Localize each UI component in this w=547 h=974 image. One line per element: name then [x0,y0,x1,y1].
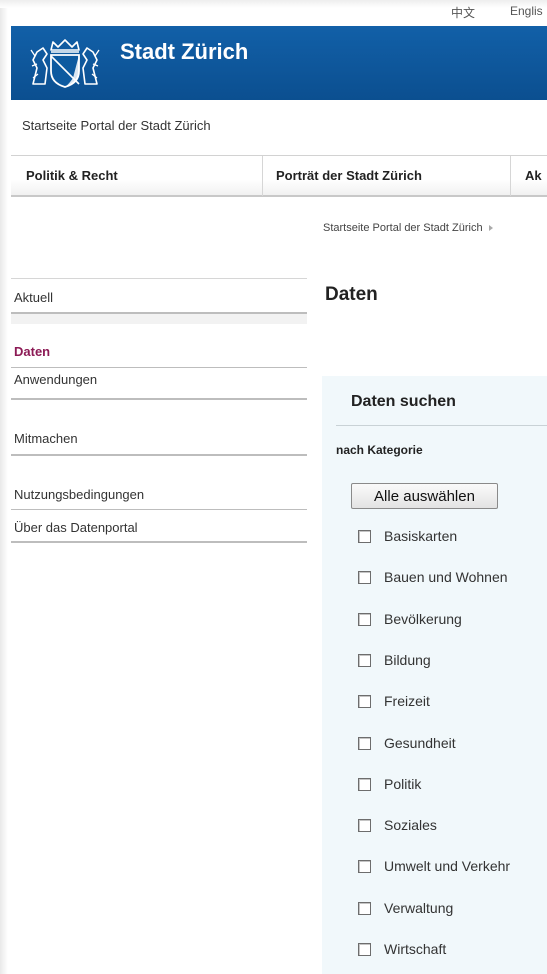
edge-shadow [0,0,8,974]
sidebar-item-aktuell[interactable]: Aktuell [11,278,307,314]
portal-home-link[interactable]: Startseite Portal der Stadt Zürich [22,118,211,133]
sidebar-item-label: Mitmachen [14,431,78,446]
language-link-chinese[interactable]: 中文 [451,4,475,21]
category-checkbox[interactable] [358,612,371,626]
sidebar-item-label: Aktuell [14,290,54,305]
category-label: Basiskarten [384,528,458,544]
site-header: Stadt Zürich [11,26,547,100]
breadcrumb: Startseite Portal der Stadt Zürich [323,222,493,234]
category-label: Gesundheit [384,734,456,751]
category-checkbox[interactable] [358,653,371,667]
category-label: Bevölkerung [384,610,462,627]
search-panel: Daten suchen nach Kategorie Alle auswähl… [322,376,547,974]
category-label: Soziales [384,817,437,834]
sidebar-item-label: Daten [14,344,51,359]
nav-item-aktuell-truncated[interactable]: Ak [511,156,547,196]
breadcrumb-arrow-icon [488,225,493,232]
sidebar-item-mitmachen[interactable]: Mitmachen [11,418,307,456]
page: 中文 Englis Stadt Zürich Startseite Portal… [0,0,547,974]
language-bar: 中文 Englis [0,4,547,24]
main-navigation: Politik & Recht Porträt der Stadt Zürich… [11,155,547,197]
category-checkbox[interactable] [358,530,371,543]
category-checkbox[interactable] [358,777,371,791]
sidebar-divider [11,314,307,324]
category-label: Umwelt und Verkehr [384,858,511,875]
language-link-english[interactable]: Englis [510,4,543,18]
category-checkbox[interactable] [358,571,371,585]
category-label: Bauen und Wohnen [384,569,508,586]
category-checkbox[interactable] [358,695,371,709]
site-title[interactable]: Stadt Zürich [120,39,248,65]
page-title: Daten [325,284,378,305]
sidebar-item-label: Über das Datenportal [14,520,138,535]
category-checkbox[interactable] [358,943,371,956]
nav-item-portraet[interactable]: Porträt der Stadt Zürich [263,156,511,196]
search-panel-title: Daten suchen [351,393,456,410]
sidebar-item-daten[interactable]: Daten [11,340,307,368]
zurich-coat-of-arms-logo[interactable] [29,38,101,88]
sidebar-item-ueber-datenportal[interactable]: Über das Datenportal [11,510,307,543]
category-checkbox[interactable] [358,736,371,750]
sidebar-item-nutzungsbedingungen[interactable]: Nutzungsbedingungen [11,474,307,510]
category-checkbox[interactable] [358,860,371,874]
category-label: Politik [384,775,422,792]
category-checkbox[interactable] [358,819,371,833]
select-all-button[interactable]: Alle auswählen [351,483,498,509]
sidebar-item-anwendungen[interactable]: Anwendungen [11,368,307,400]
sidebar-item-label: Anwendungen [14,372,98,387]
category-label: Wirtschaft [384,941,447,957]
category-checkbox[interactable] [358,901,371,915]
category-label: Freizeit [384,693,430,710]
sidebar-item-label: Nutzungsbedingungen [14,487,145,502]
category-label: Bildung [384,651,431,668]
category-heading: nach Kategorie [336,443,423,457]
panel-divider [336,425,547,426]
nav-item-politik-recht[interactable]: Politik & Recht [11,156,263,196]
category-label: Verwaltung [384,899,454,916]
breadcrumb-home-link[interactable]: Startseite Portal der Stadt Zürich [323,222,483,234]
